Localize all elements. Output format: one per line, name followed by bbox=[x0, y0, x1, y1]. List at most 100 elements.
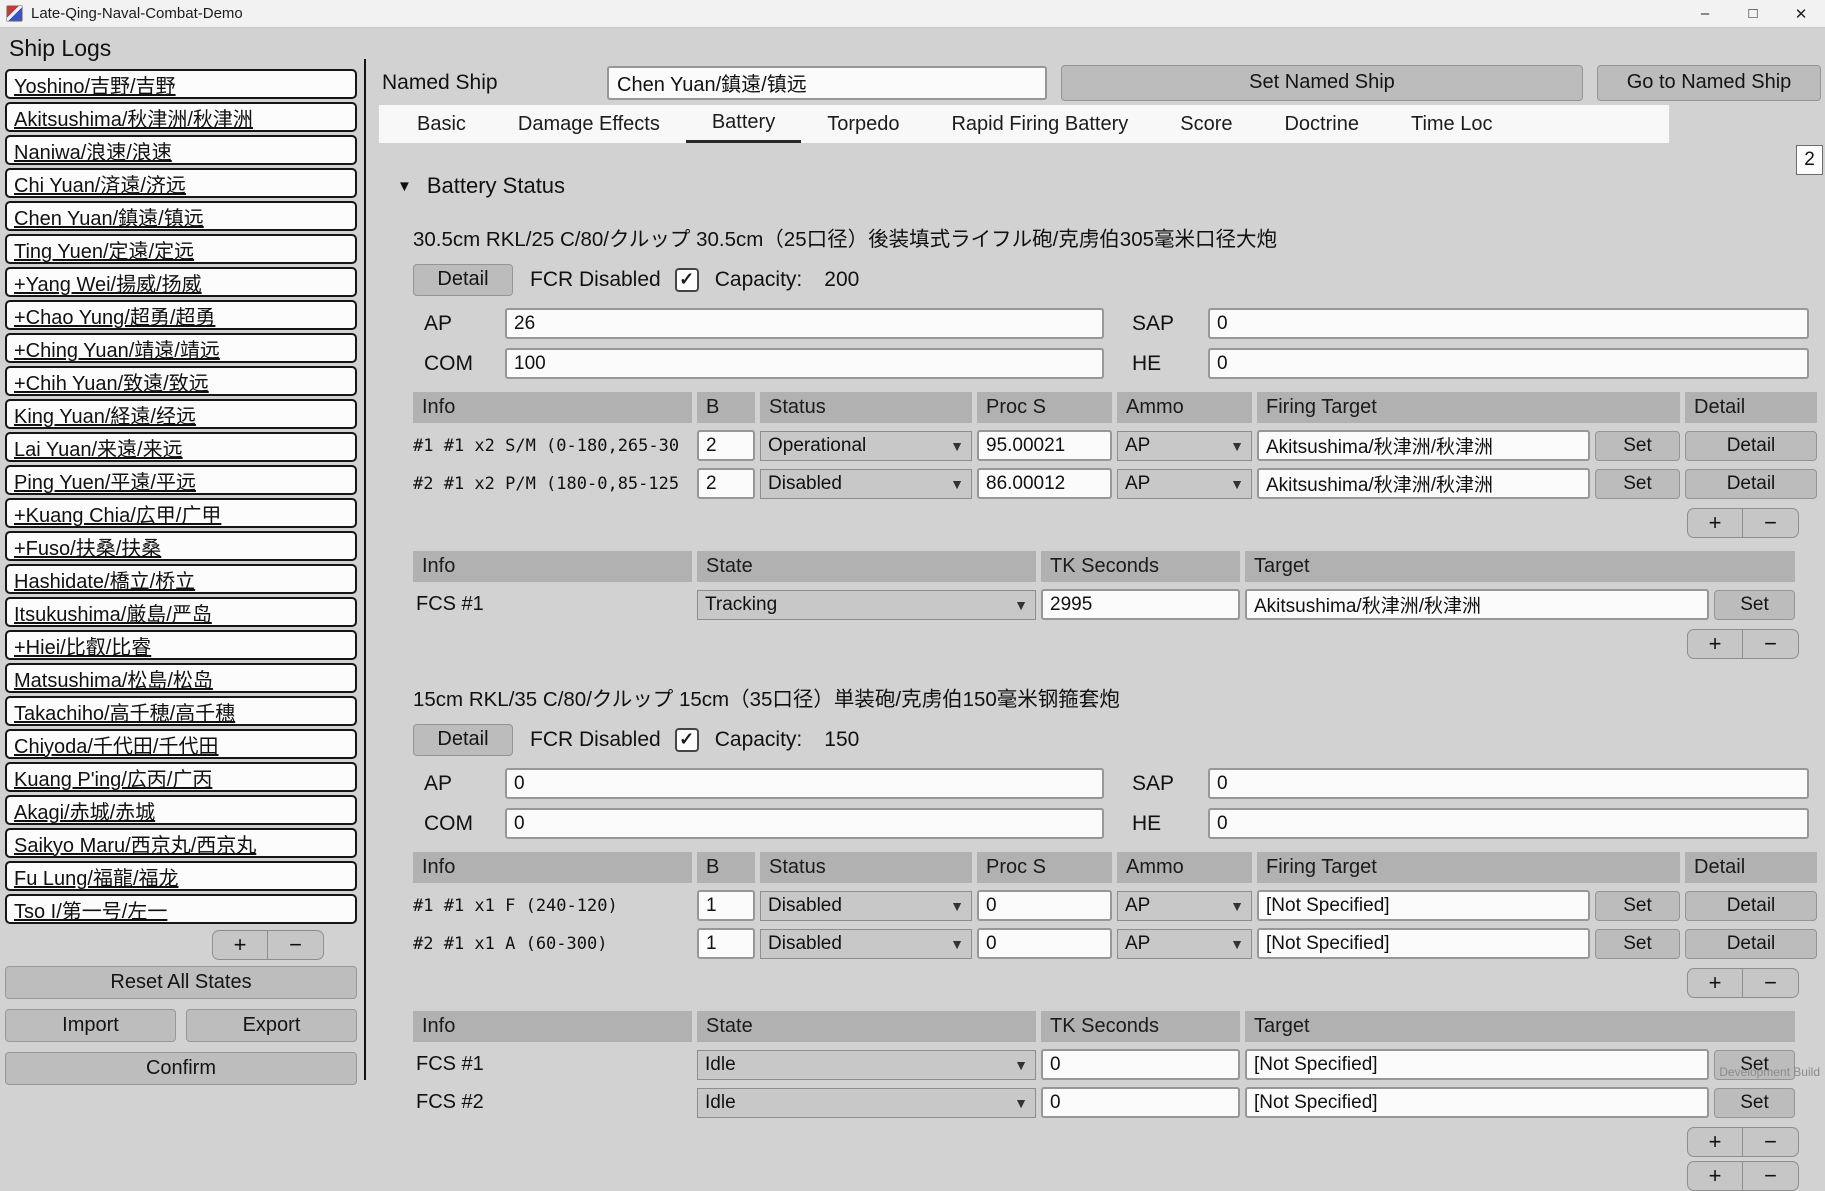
status-dropdown[interactable]: Disabled ▼ bbox=[760, 469, 972, 499]
fcr-disabled-checkbox[interactable]: ✓ bbox=[675, 728, 699, 752]
firing-target-input[interactable] bbox=[1257, 468, 1590, 499]
add-gun-button[interactable]: + bbox=[1687, 968, 1743, 998]
status-dropdown[interactable]: Disabled ▼ bbox=[760, 891, 972, 921]
ship-log-item[interactable]: King Yuan/経遠/经远 bbox=[5, 399, 357, 429]
ap-input[interactable] bbox=[505, 768, 1104, 799]
fcs-target-input[interactable] bbox=[1245, 589, 1709, 620]
he-input[interactable] bbox=[1208, 348, 1809, 379]
close-icon[interactable]: ✕ bbox=[1777, 0, 1825, 27]
ship-log-item[interactable]: Takachiho/高千穂/高千穗 bbox=[5, 696, 357, 726]
go-to-named-ship-button[interactable]: Go to Named Ship bbox=[1597, 65, 1821, 101]
sap-input[interactable] bbox=[1208, 768, 1809, 799]
ship-log-item[interactable]: Chiyoda/千代田/千代田 bbox=[5, 729, 357, 759]
set-target-button[interactable]: Set bbox=[1595, 891, 1680, 921]
tab-basic[interactable]: Basic bbox=[391, 105, 492, 143]
com-input[interactable] bbox=[505, 348, 1104, 379]
ship-log-item[interactable]: +Yang Wei/揚威/扬威 bbox=[5, 267, 357, 297]
firing-target-input[interactable] bbox=[1257, 928, 1590, 959]
gun-detail-button[interactable]: Detail bbox=[1685, 469, 1817, 499]
barrels-input[interactable] bbox=[697, 890, 755, 921]
tk-seconds-input[interactable] bbox=[1041, 1087, 1240, 1118]
add-fcs-button[interactable]: + bbox=[1687, 629, 1743, 659]
sap-input[interactable] bbox=[1208, 308, 1809, 339]
barrels-input[interactable] bbox=[697, 468, 755, 499]
com-input[interactable] bbox=[505, 808, 1104, 839]
remove-fcs-button[interactable]: − bbox=[1743, 1161, 1799, 1191]
status-dropdown[interactable]: Disabled ▼ bbox=[760, 929, 972, 959]
ammo-dropdown[interactable]: AP ▼ bbox=[1117, 891, 1252, 921]
remove-gun-button[interactable]: − bbox=[1743, 968, 1799, 998]
ship-log-item[interactable]: Lai Yuan/来遠/来远 bbox=[5, 432, 357, 462]
ship-log-item[interactable]: +Fuso/扶桑/扶桑 bbox=[5, 531, 357, 561]
fcs-set-button[interactable]: Set bbox=[1714, 590, 1795, 620]
ship-log-item[interactable]: +Hiei/比叡/比睿 bbox=[5, 630, 357, 660]
ap-input[interactable] bbox=[505, 308, 1104, 339]
ship-log-item[interactable]: Chen Yuan/鎮遠/镇远 bbox=[5, 201, 357, 231]
proc-s-input[interactable] bbox=[977, 928, 1112, 959]
ship-log-item[interactable]: Chi Yuan/済遠/济远 bbox=[5, 168, 357, 198]
fcr-disabled-checkbox[interactable]: ✓ bbox=[675, 268, 699, 292]
export-button[interactable]: Export bbox=[186, 1009, 357, 1042]
he-input[interactable] bbox=[1208, 808, 1809, 839]
ship-log-item[interactable]: Yoshino/吉野/吉野 bbox=[5, 69, 357, 99]
ship-log-item[interactable]: Matsushima/松島/松岛 bbox=[5, 663, 357, 693]
fcs-target-input[interactable] bbox=[1245, 1087, 1709, 1118]
fcs-state-dropdown[interactable]: Idle ▼ bbox=[697, 1050, 1036, 1080]
gun-detail-button[interactable]: Detail bbox=[1685, 929, 1817, 959]
ship-log-item[interactable]: Fu Lung/福龍/福龙 bbox=[5, 861, 357, 891]
maximize-icon[interactable]: □ bbox=[1729, 0, 1777, 27]
ship-log-item[interactable]: Akitsushima/秋津洲/秋津洲 bbox=[5, 102, 357, 132]
add-gun-button[interactable]: + bbox=[1687, 508, 1743, 538]
tab-score[interactable]: Score bbox=[1154, 105, 1258, 143]
ship-log-item[interactable]: Kuang P'ing/広丙/广丙 bbox=[5, 762, 357, 792]
ship-log-item[interactable]: Saikyo Maru/西京丸/西京丸 bbox=[5, 828, 357, 858]
add-fcs-button[interactable]: + bbox=[1687, 1161, 1743, 1191]
minimize-icon[interactable]: – bbox=[1681, 0, 1729, 27]
tab-damage-effects[interactable]: Damage Effects bbox=[492, 105, 686, 143]
battery-detail-button[interactable]: Detail bbox=[413, 264, 513, 296]
fcs-state-dropdown[interactable]: Idle ▼ bbox=[697, 1088, 1036, 1118]
proc-s-input[interactable] bbox=[977, 430, 1112, 461]
ship-log-item[interactable]: +Chao Yung/超勇/超勇 bbox=[5, 300, 357, 330]
ammo-dropdown[interactable]: AP ▼ bbox=[1117, 469, 1252, 499]
battery-status-section-header[interactable]: ▼ Battery Status bbox=[397, 173, 1821, 199]
set-target-button[interactable]: Set bbox=[1595, 929, 1680, 959]
ship-log-item[interactable]: Akagi/赤城/赤城 bbox=[5, 795, 357, 825]
barrels-input[interactable] bbox=[697, 928, 755, 959]
tab-battery[interactable]: Battery bbox=[686, 105, 801, 143]
ship-log-item[interactable]: Tso I/第一号/左一 bbox=[5, 894, 357, 924]
tk-seconds-input[interactable] bbox=[1041, 1049, 1240, 1080]
set-target-button[interactable]: Set bbox=[1595, 469, 1680, 499]
remove-gun-button[interactable]: − bbox=[1743, 508, 1799, 538]
tab-time-loc[interactable]: Time Loc bbox=[1385, 105, 1519, 143]
reset-all-states-button[interactable]: Reset All States bbox=[5, 966, 357, 999]
status-dropdown[interactable]: Operational ▼ bbox=[760, 431, 972, 461]
gun-detail-button[interactable]: Detail bbox=[1685, 891, 1817, 921]
tk-seconds-input[interactable] bbox=[1041, 589, 1240, 620]
confirm-button[interactable]: Confirm bbox=[5, 1052, 357, 1085]
tab-torpedo[interactable]: Torpedo bbox=[801, 105, 925, 143]
proc-s-input[interactable] bbox=[977, 890, 1112, 921]
ship-log-item[interactable]: Hashidate/橋立/桥立 bbox=[5, 564, 357, 594]
add-ship-button[interactable]: + bbox=[212, 930, 268, 960]
ship-log-item[interactable]: Naniwa/浪速/浪速 bbox=[5, 135, 357, 165]
barrels-input[interactable] bbox=[697, 430, 755, 461]
tab-doctrine[interactable]: Doctrine bbox=[1258, 105, 1384, 143]
ammo-dropdown[interactable]: AP ▼ bbox=[1117, 929, 1252, 959]
battery-detail-button[interactable]: Detail bbox=[413, 724, 513, 756]
fcs-target-input[interactable] bbox=[1245, 1049, 1709, 1080]
ship-log-item[interactable]: +Chih Yuan/致遠/致远 bbox=[5, 366, 357, 396]
ship-log-item[interactable]: +Ching Yuan/靖遠/靖远 bbox=[5, 333, 357, 363]
ship-log-item[interactable]: +Kuang Chia/広甲/广甲 bbox=[5, 498, 357, 528]
remove-fcs-button[interactable]: − bbox=[1743, 629, 1799, 659]
set-named-ship-button[interactable]: Set Named Ship bbox=[1061, 65, 1583, 101]
fcs-state-dropdown[interactable]: Tracking ▼ bbox=[697, 590, 1036, 620]
remove-fcs-button[interactable]: − bbox=[1743, 1127, 1799, 1157]
ship-log-item[interactable]: Itsukushima/厳島/严岛 bbox=[5, 597, 357, 627]
proc-s-input[interactable] bbox=[977, 468, 1112, 499]
named-ship-input[interactable] bbox=[607, 66, 1047, 100]
tab-rapid-firing-battery[interactable]: Rapid Firing Battery bbox=[925, 105, 1154, 143]
gun-detail-button[interactable]: Detail bbox=[1685, 431, 1817, 461]
firing-target-input[interactable] bbox=[1257, 890, 1590, 921]
fcs-set-button[interactable]: Set bbox=[1714, 1088, 1795, 1118]
